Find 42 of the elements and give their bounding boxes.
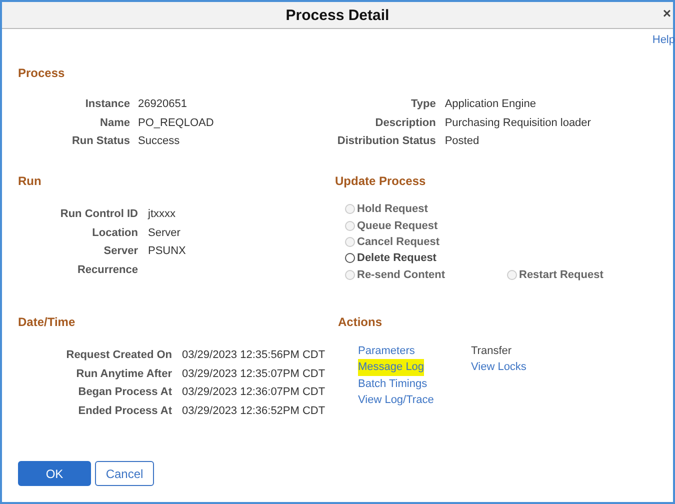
field-label: Instance [85,98,130,110]
field-label: Request Created On [66,349,172,362]
field-label: Run Anytime After [76,368,172,380]
action-link[interactable]: View Log/Trace [358,392,434,408]
action-link[interactable]: Batch Timings [358,376,428,392]
section-heading: Date/Time [18,315,76,329]
section-heading: Update Process [335,174,427,188]
field-value: PO_REQLOAD [138,116,214,129]
field-value: PSUNX [148,245,186,258]
field-value: 03/29/2023 12:36:07PM CDT [182,386,326,398]
field-value: Application Engine [444,98,536,110]
action-link[interactable]: View Locks [471,359,526,376]
window-title: Process Detail [286,6,390,24]
field-label: Name [100,116,130,129]
close-button[interactable]: × [662,5,671,21]
field-label: Server [104,245,138,258]
section-heading: Run [18,174,42,188]
field-label: Type [410,98,436,110]
field-value: 03/29/2023 12:35:07PM CDT [182,368,326,380]
field-label: Description [375,116,436,129]
field-label: Ended Process At [78,404,172,417]
field-label: Began Process At [78,386,172,398]
field-value: Server [148,226,180,239]
field-label: Run Status [72,135,130,148]
section-heading: Process [18,66,66,80]
field-value: jtxxxx [148,208,176,220]
section-heading: Actions [338,315,384,329]
ok-button[interactable]: OK [18,461,91,486]
field-value: 03/29/2023 12:36:52PM CDT [182,404,326,417]
field-value: 26920651 [138,98,187,110]
field-label: Recurrence [77,264,138,276]
field-value: Purchasing Requisition loader [444,116,591,129]
field-value: 03/29/2023 12:35:56PM CDT [182,349,326,362]
action-link[interactable]: Message Log [358,359,424,376]
action-link[interactable]: Parameters [358,343,415,360]
field-label: Location [92,226,138,239]
field-label: Distribution Status [337,135,436,148]
radio-option[interactable]: Delete Request [345,252,507,264]
cancel-button[interactable]: Cancel [95,461,154,486]
field-label: Run Control ID [60,208,138,220]
field-value: Success [138,135,180,148]
field-value: Posted [444,135,480,148]
